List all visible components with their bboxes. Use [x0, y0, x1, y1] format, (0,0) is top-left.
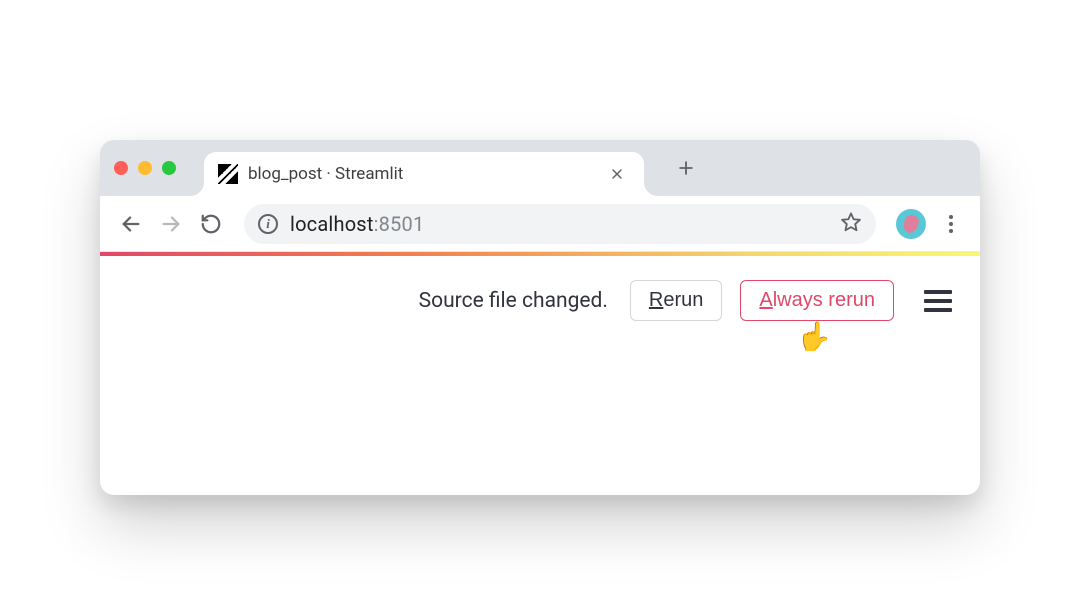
- tab-strip: blog_post · Streamlit: [100, 140, 980, 196]
- rerun-label-rest: erun: [663, 289, 703, 311]
- window-close-button[interactable]: [114, 161, 128, 175]
- profile-avatar[interactable]: [896, 209, 926, 239]
- browser-menu-button[interactable]: [936, 209, 966, 239]
- address-bar[interactable]: i localhost:8501: [244, 204, 876, 244]
- url-host: localhost: [290, 212, 374, 236]
- forward-button[interactable]: [154, 207, 188, 241]
- bookmark-star-icon[interactable]: [840, 211, 862, 237]
- tab-title: blog_post · Streamlit: [248, 164, 594, 184]
- always-rerun-button[interactable]: Always rerun: [740, 280, 894, 321]
- always-label-rest: lways rerun: [773, 289, 875, 311]
- rerun-button[interactable]: Rerun: [630, 280, 722, 321]
- always-hotkey: A: [759, 289, 772, 311]
- browser-window: blog_post · Streamlit i localhost:8501: [100, 140, 980, 495]
- streamlit-toolbar: Source file changed. Rerun Always rerun …: [100, 256, 980, 349]
- url-port: :8501: [374, 212, 425, 236]
- reload-button[interactable]: [194, 207, 228, 241]
- site-info-icon[interactable]: i: [258, 214, 278, 234]
- back-button[interactable]: [114, 207, 148, 241]
- rerun-hotkey: R: [649, 289, 663, 311]
- streamlit-favicon-icon: [218, 164, 238, 184]
- streamlit-menu-button[interactable]: [924, 290, 952, 312]
- app-body: [100, 349, 980, 495]
- window-maximize-button[interactable]: [162, 161, 176, 175]
- window-controls: [114, 161, 176, 175]
- url-text: localhost:8501: [290, 212, 424, 236]
- window-minimize-button[interactable]: [138, 161, 152, 175]
- tab-close-button[interactable]: [604, 161, 630, 187]
- source-changed-message: Source file changed.: [419, 289, 608, 313]
- browser-toolbar: i localhost:8501: [100, 196, 980, 252]
- new-tab-button[interactable]: [668, 150, 704, 186]
- pointer-cursor-icon: 👆: [797, 320, 832, 353]
- browser-tab[interactable]: blog_post · Streamlit: [204, 152, 644, 196]
